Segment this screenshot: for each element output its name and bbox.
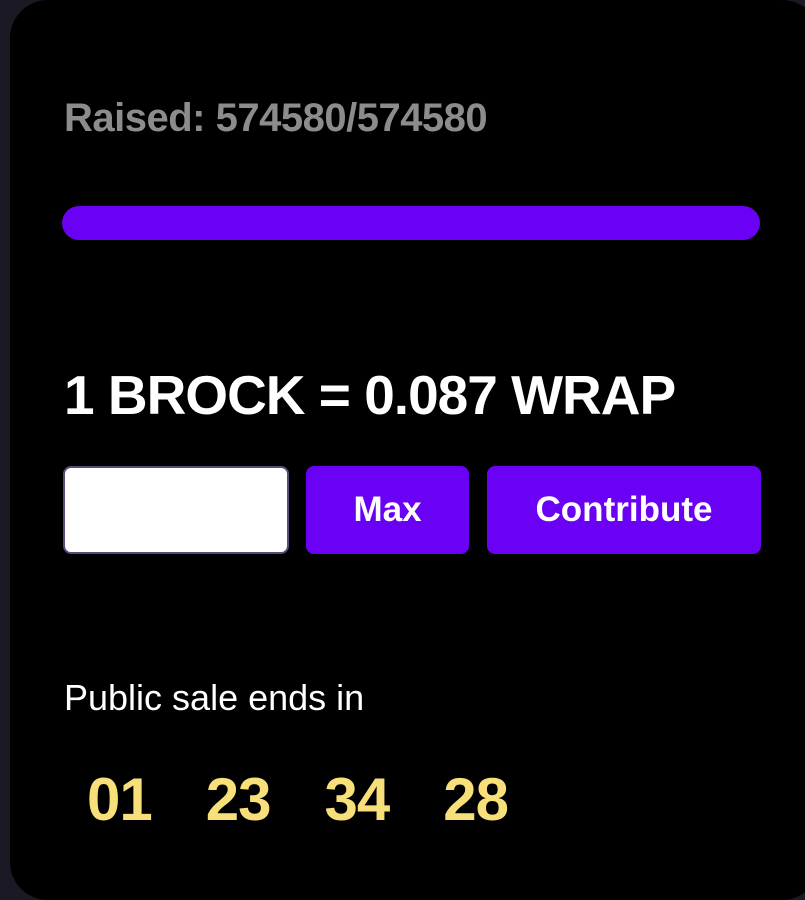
- contribution-amount-input[interactable]: [63, 466, 289, 554]
- max-button[interactable]: Max: [306, 466, 469, 554]
- sale-end-label: Public sale ends in: [64, 677, 365, 718]
- countdown-timer: 01 23 34 28: [87, 765, 509, 834]
- countdown-segment-4: 28: [443, 766, 509, 833]
- raise-progress-fill: [62, 206, 760, 240]
- countdown-segment-1: 01: [87, 766, 153, 833]
- countdown-segment-3: 34: [324, 766, 391, 833]
- raise-progress-bar: [62, 206, 760, 240]
- contribute-button[interactable]: Contribute: [487, 466, 761, 554]
- raised-amount: Raised: 574580/574580: [64, 96, 488, 140]
- countdown-segment-2: 23: [205, 766, 272, 833]
- exchange-rate: 1 BROCK = 0.087 WRAP: [64, 364, 676, 426]
